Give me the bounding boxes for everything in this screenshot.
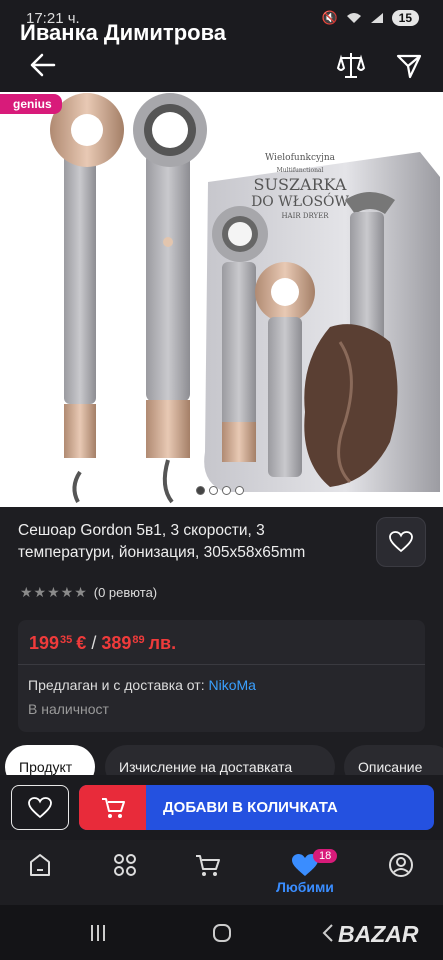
signal-icon bbox=[370, 13, 383, 23]
box-text-2: Multifunctional bbox=[277, 167, 324, 174]
home-button-icon[interactable] bbox=[212, 923, 232, 943]
mute-icon: 🔇 bbox=[321, 10, 338, 25]
heart-icon bbox=[389, 531, 413, 553]
offered-by: Предлаган и с доставка от: NikoMa bbox=[28, 677, 256, 693]
favorites-count-badge: 18 bbox=[313, 849, 338, 863]
share-icon[interactable] bbox=[395, 52, 423, 80]
home-icon bbox=[30, 854, 50, 876]
favorite-button[interactable] bbox=[11, 785, 69, 830]
price-separator: / bbox=[91, 633, 97, 653]
battery-level: 15 bbox=[391, 10, 419, 26]
top-bar: Иванка Димитрова bbox=[0, 20, 443, 92]
compare-icon[interactable] bbox=[336, 50, 366, 80]
tab-product[interactable]: Продукт bbox=[5, 745, 95, 775]
product-photo: Wielofunkcyjna Multifunctional SUSZARKA … bbox=[50, 93, 440, 504]
tab-delivery[interactable]: Изчисление на доставката bbox=[105, 745, 335, 775]
status-icons: 🔇 15 bbox=[321, 10, 419, 26]
price-bgn-currency: лв. bbox=[148, 633, 177, 653]
tab-bar: Продукт Изчисление на доставката Описани… bbox=[0, 745, 443, 775]
offered-label: Предлаган и с доставка от: bbox=[28, 677, 205, 693]
bottom-nav: 18 Любими bbox=[0, 840, 443, 905]
star-rating-icon: ★★★★★ bbox=[20, 584, 88, 600]
box-text-3: SUSZARKA bbox=[254, 175, 347, 194]
nav-profile[interactable] bbox=[371, 852, 431, 902]
seller-link[interactable]: NikoMa bbox=[208, 677, 255, 693]
price-eur-cents: 35 bbox=[60, 634, 73, 646]
divider bbox=[18, 664, 425, 665]
action-bar: ДОБАВИ В КОЛИЧКАТА bbox=[0, 775, 443, 840]
nav-cart[interactable] bbox=[178, 852, 238, 902]
price-card: 199 35 € / 389 89 лв. Предлаган и с дост… bbox=[18, 620, 425, 732]
seller-name-overlay: Иванка Димитрова bbox=[20, 20, 227, 45]
price-bgn-cents: 89 bbox=[132, 634, 145, 646]
carousel-dot-1[interactable] bbox=[196, 486, 205, 495]
add-to-cart-button[interactable]: ДОБАВИ В КОЛИЧКАТА bbox=[79, 785, 434, 830]
box-text-4: DO WŁOSÓW bbox=[251, 192, 349, 210]
profile-icon bbox=[389, 853, 413, 877]
categories-icon bbox=[114, 854, 136, 876]
back-arrow-icon[interactable] bbox=[28, 52, 56, 78]
genius-badge: genius bbox=[0, 94, 62, 114]
back-button-icon[interactable] bbox=[320, 923, 336, 943]
price-bgn-main: 389 bbox=[101, 633, 132, 653]
product-title: Сешоар Gordon 5в1, 3 скорости, 3 темпера… bbox=[18, 522, 306, 561]
cart-icon bbox=[196, 855, 220, 876]
cart-icon-box bbox=[79, 785, 146, 830]
recent-apps-icon[interactable] bbox=[88, 923, 108, 943]
carousel-dot-4[interactable] bbox=[235, 486, 244, 495]
price-eur-currency: € bbox=[76, 633, 87, 653]
nav-categories[interactable] bbox=[95, 852, 155, 902]
wifi-icon bbox=[346, 13, 361, 23]
system-nav-bar: BAZAR bbox=[0, 905, 443, 960]
add-to-cart-label: ДОБАВИ В КОЛИЧКАТА bbox=[163, 799, 338, 816]
carousel-dot-3[interactable] bbox=[222, 486, 231, 495]
box-text-5: HAIR DRYER bbox=[281, 212, 329, 220]
favorite-button-top[interactable] bbox=[376, 517, 426, 567]
price-eur-main: 199 bbox=[29, 633, 60, 653]
heart-icon bbox=[28, 796, 52, 818]
price: 199 35 € / 389 89 лв. bbox=[29, 633, 176, 654]
carousel-dots[interactable] bbox=[196, 486, 244, 495]
cart-icon bbox=[101, 797, 125, 818]
nav-favorites-label: Любими bbox=[276, 879, 334, 895]
product-image-carousel[interactable]: Wielofunkcyjna Multifunctional SUSZARKA … bbox=[0, 92, 443, 507]
nav-home[interactable] bbox=[10, 852, 70, 902]
tab-description[interactable]: Описание bbox=[344, 745, 443, 775]
box-text-1: Wielofunkcyjna bbox=[265, 153, 336, 163]
rating-row[interactable]: ★★★★★ (0 ревюта) bbox=[20, 584, 157, 601]
stock-status: В наличност bbox=[28, 701, 109, 717]
reviews-count: (0 ревюта) bbox=[93, 585, 158, 600]
bazar-watermark-logo: BAZAR bbox=[338, 921, 419, 947]
nav-favorites[interactable]: 18 Любими bbox=[275, 849, 338, 902]
carousel-dot-2[interactable] bbox=[209, 486, 218, 495]
